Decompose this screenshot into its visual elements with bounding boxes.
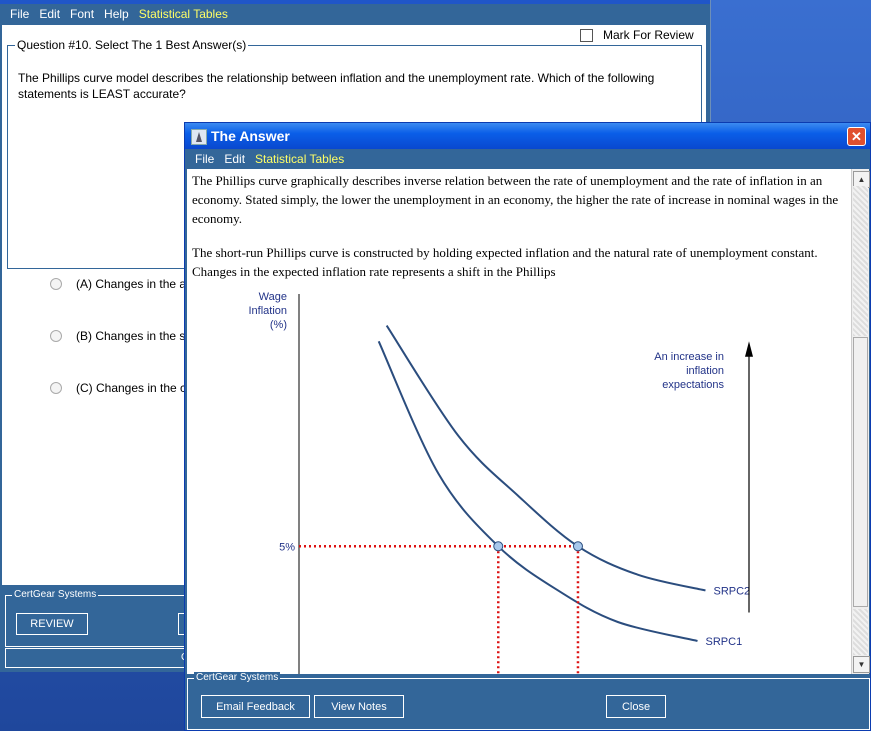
annotation-line: inflation [686, 365, 724, 377]
option-c[interactable]: (C) Changes in the c [50, 381, 186, 395]
answer-menu-edit[interactable]: Edit [224, 152, 245, 166]
annotation-line: An increase in [654, 351, 724, 363]
close-icon[interactable]: ✕ [847, 127, 866, 146]
scroll-thumb[interactable] [853, 337, 868, 607]
answer-title: The Answer [211, 128, 290, 144]
marked-point [493, 541, 504, 552]
series-label-srpc1: SRPC1 [706, 636, 743, 648]
option-a-label: (A) Changes in the a [76, 277, 187, 291]
series-line-srpc2 [385, 324, 706, 592]
series-line-srpc1 [377, 340, 698, 642]
mark-for-review-checkbox[interactable] [580, 28, 593, 42]
y-tick-label: 5% [279, 541, 295, 553]
option-a[interactable]: (A) Changes in the a [50, 277, 186, 291]
y-axis-label-line: Inflation [248, 305, 287, 317]
scroll-track-upper[interactable] [853, 186, 868, 336]
answer-menubar: File Edit Statistical Tables [185, 150, 870, 168]
menu-file[interactable]: File [10, 7, 29, 21]
scroll-track-lower[interactable] [853, 609, 868, 655]
series-label-srpc2: SRPC2 [713, 585, 750, 597]
question-text: The Phillips curve model describes the r… [18, 71, 655, 101]
option-b[interactable]: (B) Changes in the s [50, 329, 185, 343]
answer-menu-file[interactable]: File [195, 152, 214, 166]
vertical-scrollbar[interactable]: ▲ ▼ [851, 169, 870, 674]
annotation-line: expectations [662, 379, 724, 391]
question-heading: Question #10. Select The 1 Best Answer(s… [15, 38, 249, 52]
certgear-legend: CertGear Systems [12, 589, 99, 600]
view-notes-button[interactable]: View Notes [314, 695, 404, 718]
radio-c[interactable] [50, 382, 62, 394]
phillips-curve-chart: WageInflation(%)SRPC1SRPC25%7%5%Unemploy… [248, 291, 753, 674]
review-button[interactable]: REVIEW [16, 613, 88, 635]
answer-titlebar[interactable]: The Answer ✕ [185, 123, 870, 149]
expectation-arrow-head-icon [745, 341, 753, 357]
menu-edit[interactable]: Edit [39, 7, 60, 21]
email-feedback-button[interactable]: Email Feedback [201, 695, 310, 718]
option-c-label: (C) Changes in the c [76, 381, 187, 395]
answer-paragraph-1: The Phillips curve graphically describes… [192, 173, 839, 226]
answer-certgear-legend: CertGear Systems [194, 672, 281, 683]
answer-paragraph-2: The short-run Phillips curve is construc… [192, 245, 818, 279]
marked-point [572, 541, 583, 552]
y-axis-label-line: Wage [259, 291, 287, 303]
mark-for-review-label: Mark For Review [603, 28, 694, 42]
radio-a[interactable] [50, 278, 62, 290]
mark-for-review[interactable]: Mark For Review [580, 28, 694, 42]
answer-menu-statistical-tables[interactable]: Statistical Tables [255, 152, 344, 166]
java-cup-icon [191, 129, 207, 145]
main-titlebar [0, 0, 710, 4]
menu-statistical-tables[interactable]: Statistical Tables [139, 7, 228, 21]
option-b-label: (B) Changes in the s [76, 329, 186, 343]
menu-help[interactable]: Help [104, 7, 129, 21]
answer-window: The Answer ✕ File Edit Statistical Table… [184, 122, 871, 731]
close-button[interactable]: Close [606, 695, 666, 718]
answer-footer-group: CertGear Systems Email Feedback View Not… [187, 672, 870, 730]
menu-font[interactable]: Font [70, 7, 94, 21]
y-axis-label-line: (%) [270, 319, 287, 331]
scroll-down-arrow-icon[interactable]: ▼ [853, 656, 870, 673]
main-menubar: File Edit Font Help Statistical Tables [0, 5, 708, 23]
answer-content: The Phillips curve graphically describes… [187, 169, 851, 674]
radio-b[interactable] [50, 330, 62, 342]
